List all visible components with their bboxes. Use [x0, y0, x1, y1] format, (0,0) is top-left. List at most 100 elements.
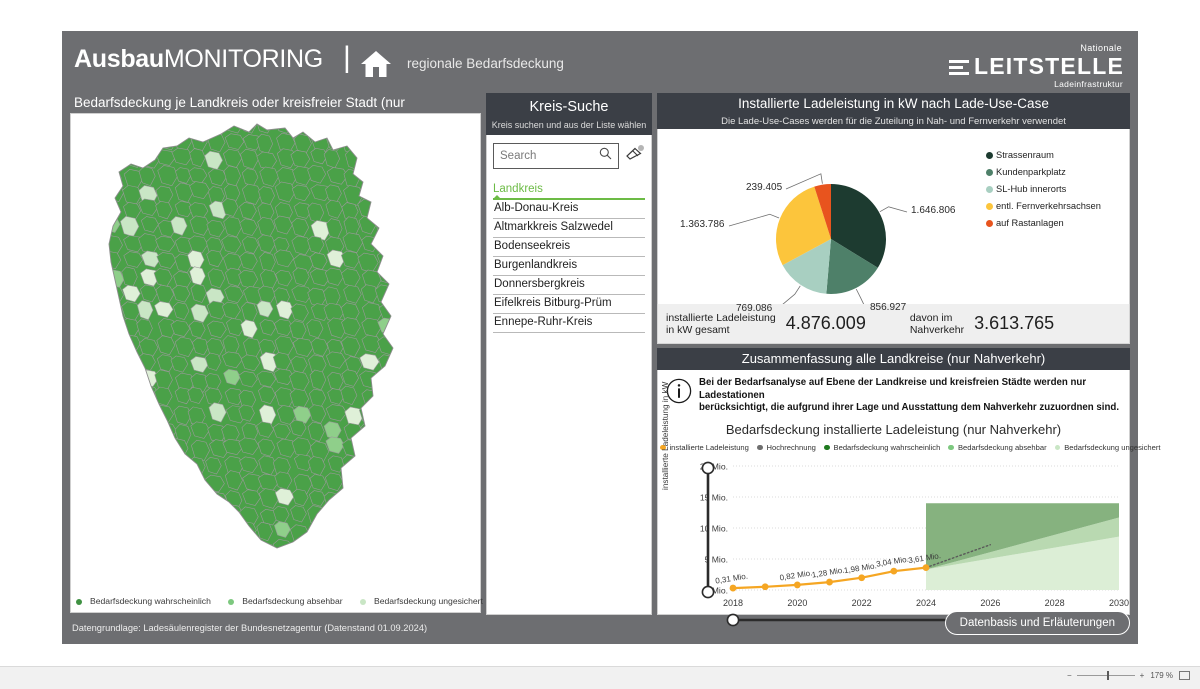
plus-icon[interactable]: +	[1140, 671, 1145, 680]
list-item[interactable]: Altmarkkreis Salzwedel	[493, 219, 645, 238]
data-point[interactable]	[890, 567, 898, 575]
map-canvas[interactable]: Bedarfsdeckung wahrscheinlich Bedarfsdec…	[70, 113, 483, 613]
pie-legend-item[interactable]: Strassenraum	[986, 147, 1121, 164]
pie-value-label: 1.363.786	[680, 219, 725, 230]
logo-bars-icon	[949, 60, 969, 76]
pie-leader-line	[855, 288, 865, 304]
x-axis-tick: 2030	[1109, 598, 1129, 608]
minus-icon[interactable]: −	[1067, 671, 1072, 680]
chart-legend-item[interactable]: installierte Ladeleistung	[660, 443, 751, 452]
line-chart-legend: installierte Ladeleistung Hochrechnung B…	[658, 443, 1160, 452]
summary-panel-title: Zusammenfassung alle Landkreise (nur Nah…	[657, 348, 1130, 370]
search-icon	[599, 147, 612, 165]
x-axis-tick: 2028	[1045, 598, 1065, 608]
search-row: Search	[487, 135, 651, 173]
chart-legend-item[interactable]: Bedarfsdeckung ungesichert	[1054, 443, 1163, 452]
brand-bold: Ausbau	[74, 45, 164, 73]
list-options-icon[interactable]	[638, 145, 644, 151]
data-point[interactable]	[826, 578, 833, 585]
data-point[interactable]	[922, 563, 930, 571]
data-point-label: 0,31 Mio.	[715, 571, 749, 585]
kpi-nahverkehr: davon im Nahverkehr 3.613.765	[910, 312, 1054, 336]
chart-legend-item[interactable]: Hochrechnung	[757, 443, 818, 452]
search-panel-body: Search Landkreis Alb-Donau-Kreis Altmark…	[486, 135, 652, 615]
list-column-label: Landkreis	[493, 183, 543, 195]
germany-choropleth-map[interactable]	[71, 116, 482, 586]
y-axis-tick: 15 Mio.	[700, 492, 728, 502]
logo-line-leitstelle: LEITSTELLE	[949, 54, 1124, 79]
datenbasis-button[interactable]: Datenbasis und Erläuterungen	[944, 611, 1130, 635]
pie-panel-title: Installierte Ladeleistung in kW nach Lad…	[657, 93, 1130, 115]
search-panel-subtitle: Kreis suchen und aus der Liste wählen	[491, 120, 647, 130]
pie-leader-line	[728, 213, 780, 227]
title-divider: |	[343, 41, 351, 74]
line-chart-title: Bedarfsdeckung installierte Ladeleistung…	[725, 421, 1062, 437]
x-axis-tick: 2022	[852, 598, 872, 608]
pie-leader-line	[879, 206, 908, 213]
list-item[interactable]: Alb-Donau-Kreis	[493, 200, 645, 219]
data-point[interactable]	[858, 573, 866, 581]
list-item[interactable]: Eifelkreis Bitburg-Prüm	[493, 295, 645, 314]
pie-legend-item[interactable]: auf Rastanlagen	[986, 215, 1121, 232]
list-column-header[interactable]: Landkreis	[493, 179, 645, 200]
chart-legend-item[interactable]: Bedarfsdeckung absehbar	[948, 443, 1048, 452]
pie-value-label: 856.927	[870, 302, 907, 313]
kpi-total: installierte Ladeleistung in kW gesamt 4…	[666, 312, 866, 336]
chart-legend-item[interactable]: Bedarfsdeckung wahrscheinlich	[824, 443, 942, 452]
kpi-nahverkehr-label: davon im Nahverkehr	[909, 311, 965, 336]
search-input[interactable]: Search	[493, 143, 619, 169]
lade-use-case-pie-chart[interactable]	[658, 129, 988, 304]
data-point[interactable]	[729, 584, 737, 591]
summary-panel-body: Bei der Bedarfsanalyse auf Ebene der Lan…	[657, 370, 1160, 626]
header-subtitle: regionale Bedarfsdeckung	[407, 56, 564, 71]
report-footer: Datengrundlage: Ladesäulenregister der B…	[62, 611, 1138, 644]
map-legend-item: Bedarfsdeckung absehbar	[228, 596, 347, 606]
list-item[interactable]: Burgenlandkreis	[493, 257, 645, 276]
dashboard-root: AusbauMONITORING | regionale Bedarfsdeck…	[0, 0, 1200, 689]
data-point[interactable]	[793, 581, 801, 588]
y-range-slider-handle-top[interactable]	[701, 461, 715, 474]
bedarfsdeckung-area-chart[interactable]: 0 Mio.5 Mio.10 Mio.15 Mio.20 Mio.0,31 Mi…	[658, 452, 1131, 627]
map-legend-item: Bedarfsdeckung wahrscheinlich	[76, 596, 216, 606]
y-range-slider-handle-bottom[interactable]	[701, 585, 715, 598]
x-axis-tick: 2024	[916, 598, 936, 608]
app-title: AusbauMONITORING	[74, 45, 323, 74]
x-axis-tick: 2020	[787, 598, 807, 608]
pie-leader-line	[782, 285, 801, 304]
pie-value-label: 769.086	[736, 303, 773, 314]
map-legend-item: Bedarfsdeckung ungesichert	[359, 596, 488, 606]
map-legend: Bedarfsdeckung wahrscheinlich Bedarfsdec…	[71, 596, 483, 606]
zoom-control[interactable]: − + 179 %	[1067, 671, 1190, 680]
kreis-search-panel: Kreis-Suche Kreis suchen und aus der Lis…	[486, 93, 652, 615]
pie-legend-item[interactable]: Kundenparkplatz	[986, 164, 1121, 181]
data-point-label: 0,82 Mio.	[779, 568, 813, 582]
pie-legend-item[interactable]: SL-Hub innerorts	[986, 181, 1121, 198]
kreis-list[interactable]: Alb-Donau-Kreis Altmarkkreis Salzwedel B…	[487, 200, 651, 333]
data-point[interactable]	[761, 582, 769, 590]
search-placeholder: Search	[500, 150, 537, 162]
logo-line-ladeinfrastruktur: Ladeinfrastruktur	[1054, 79, 1123, 89]
sort-ascending-icon	[493, 195, 501, 199]
map-panel: Bedarfsdeckung je Landkreis oder kreisfr…	[70, 93, 483, 615]
pie-value-label: 239.405	[746, 182, 783, 193]
fit-screen-icon[interactable]	[1179, 671, 1190, 680]
zoom-slider[interactable]	[1076, 671, 1135, 680]
list-item[interactable]: Ennepe-Ruhr-Kreis	[493, 314, 645, 333]
pie-value-label: 1.646.806	[911, 205, 956, 216]
home-icon[interactable]	[359, 49, 393, 79]
info-text: Bei der Bedarfsanalyse auf Ebene der Lan…	[699, 377, 1120, 413]
kpi-nahverkehr-value: 3.613.765	[974, 313, 1055, 333]
pie-chart-body: 1.646.806 856.927 769.086 1.363.786 239.…	[657, 129, 1130, 314]
pie-legend-item[interactable]: entl. Fernverkehrsachsen	[986, 198, 1121, 215]
kpi-total-value: 4.876.009	[785, 313, 866, 333]
app-header: AusbauMONITORING | regionale Bedarfsdeck…	[62, 31, 1138, 91]
list-item[interactable]: Bodenseekreis	[493, 238, 645, 257]
data-point-label: 1,98 Mio.	[843, 561, 877, 575]
summary-panel: Zusammenfassung alle Landkreise (nur Nah…	[657, 348, 1160, 626]
report-canvas: AusbauMONITORING | regionale Bedarfsdeck…	[62, 31, 1160, 644]
os-status-strip: − + 179 %	[0, 666, 1200, 689]
data-point-label: 1,28 Mio.	[811, 565, 845, 579]
list-item[interactable]: Donnersbergkreis	[493, 276, 645, 295]
zoom-value: 179 %	[1150, 671, 1173, 680]
pie-legend: Strassenraum Kundenparkplatz SL-Hub inne…	[986, 147, 1121, 232]
